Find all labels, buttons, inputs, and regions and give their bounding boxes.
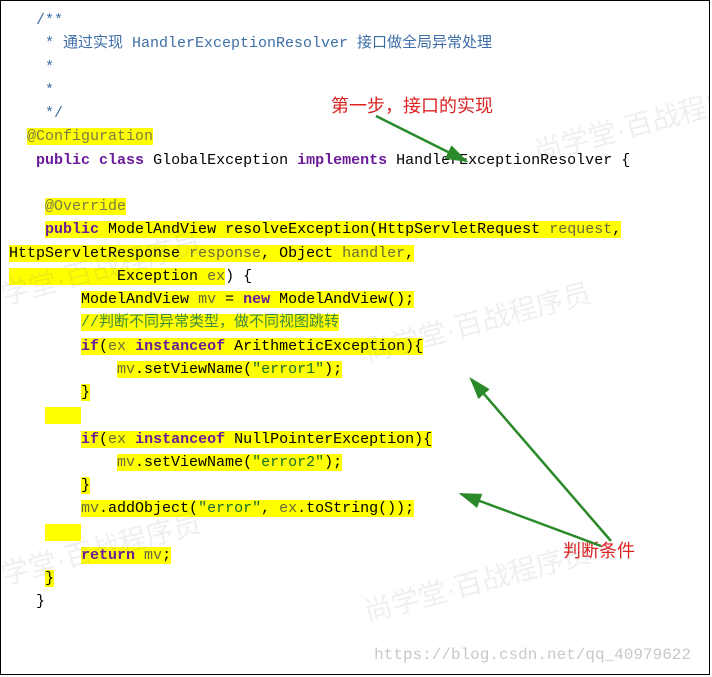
javadoc-text: * 通过实现 HandlerExceptionResolver 接口做全局异常处… <box>36 35 492 52</box>
set2-line: mv.setViewName("error2"); <box>9 451 699 474</box>
type: NullPointerException <box>234 431 414 448</box>
call: .addObject( <box>99 500 198 517</box>
comment-open: /** <box>9 9 699 32</box>
param-type: HttpServletRequest <box>378 221 540 238</box>
var: mv <box>81 500 99 517</box>
param-type: Exception <box>117 268 198 285</box>
var: mv <box>144 547 162 564</box>
brace: } <box>36 593 45 610</box>
javadoc-blank: * <box>36 59 54 76</box>
param-name: request <box>549 221 612 238</box>
return-type: ModelAndView <box>108 221 216 238</box>
comment-close: */ <box>9 102 699 125</box>
kw-implements: implements <box>297 152 387 169</box>
brace: } <box>81 477 90 494</box>
end: ); <box>324 454 342 471</box>
configuration-annotation: @Configuration <box>27 128 153 145</box>
method-name: resolveException <box>225 221 369 238</box>
blank-hl <box>9 521 699 544</box>
comment-blank: * <box>9 79 699 102</box>
paren: ( <box>99 338 108 355</box>
brace: ) { <box>225 268 252 285</box>
param-name: response <box>189 245 261 262</box>
close-class-line: } <box>9 590 699 613</box>
var: mv <box>117 454 135 471</box>
kw-instanceof: instanceof <box>135 431 225 448</box>
class-name: GlobalException <box>153 152 288 169</box>
kw-return: return <box>81 547 135 564</box>
addobj-line: mv.addObject("error", ex.toString()); <box>9 497 699 520</box>
class-decl-line: public class GlobalException implements … <box>9 149 699 172</box>
string: "error" <box>198 500 261 517</box>
brace: } <box>81 384 90 401</box>
close2-line: } <box>9 474 699 497</box>
var: mv <box>198 291 216 308</box>
string: "error2" <box>252 454 324 471</box>
if2-line: if(ex instanceof NullPointerException){ <box>9 428 699 451</box>
footer-watermark: https://blog.csdn.net/qq_40979622 <box>374 643 691 668</box>
method-sig-3: Exception ex) { <box>9 265 699 288</box>
var: ex <box>279 500 297 517</box>
ctor: ModelAndView(); <box>270 291 414 308</box>
kw-if: if <box>81 431 99 448</box>
comment-blank: * <box>9 56 699 79</box>
method-sig-2: HttpServletResponse response, Object han… <box>9 242 699 265</box>
kw-instanceof: instanceof <box>135 338 225 355</box>
param-type: Object <box>279 245 333 262</box>
eq: = <box>216 291 243 308</box>
javadoc-blank: * <box>36 82 54 99</box>
param-name: handler <box>342 245 405 262</box>
kw-public: public <box>45 221 99 238</box>
var: mv <box>117 361 135 378</box>
call: .setViewName( <box>135 361 252 378</box>
if1-line: if(ex instanceof ArithmeticException){ <box>9 335 699 358</box>
call: .setViewName( <box>135 454 252 471</box>
inner-comment: //判断不同异常类型，做不同视图跳转 <box>9 311 699 334</box>
comment-text: //判断不同异常类型，做不同视图跳转 <box>81 314 339 331</box>
blank-hl <box>9 404 699 427</box>
return-line: return mv; <box>9 544 699 567</box>
semi: ; <box>162 547 171 564</box>
method-sig-1: public ModelAndView resolveException(Htt… <box>9 218 699 241</box>
comma: , <box>261 500 279 517</box>
mv-decl-line: ModelAndView mv = new ModelAndView(); <box>9 288 699 311</box>
javadoc-open: /** <box>36 12 63 29</box>
call: .toString()); <box>297 500 414 517</box>
kw-new: new <box>243 291 270 308</box>
paren: ( <box>99 431 108 448</box>
set1-line: mv.setViewName("error1"); <box>9 358 699 381</box>
var: ex <box>108 431 126 448</box>
param-name: ex <box>207 268 225 285</box>
brace: { <box>621 152 630 169</box>
annotation-line: @Configuration <box>9 125 699 148</box>
interface-name: HandlerExceptionResolver <box>396 152 612 169</box>
override-annotation: @Override <box>45 198 126 215</box>
var: ex <box>108 338 126 355</box>
string: "error1" <box>252 361 324 378</box>
kw-if: if <box>81 338 99 355</box>
brace: } <box>45 570 54 587</box>
javadoc-close: */ <box>36 105 63 122</box>
brace: ){ <box>414 431 432 448</box>
type: ArithmeticException <box>234 338 405 355</box>
code-block: /** * 通过实现 HandlerExceptionResolver 接口做全… <box>0 0 710 675</box>
kw-public: public <box>36 152 90 169</box>
override-line: @Override <box>9 195 699 218</box>
type: ModelAndView <box>81 291 189 308</box>
comment-line: * 通过实现 HandlerExceptionResolver 接口做全局异常处… <box>9 32 699 55</box>
brace: ){ <box>405 338 423 355</box>
end: ); <box>324 361 342 378</box>
kw-class: class <box>99 152 144 169</box>
param-type: HttpServletResponse <box>9 245 180 262</box>
close-method-line: } <box>9 567 699 590</box>
close1-line: } <box>9 381 699 404</box>
